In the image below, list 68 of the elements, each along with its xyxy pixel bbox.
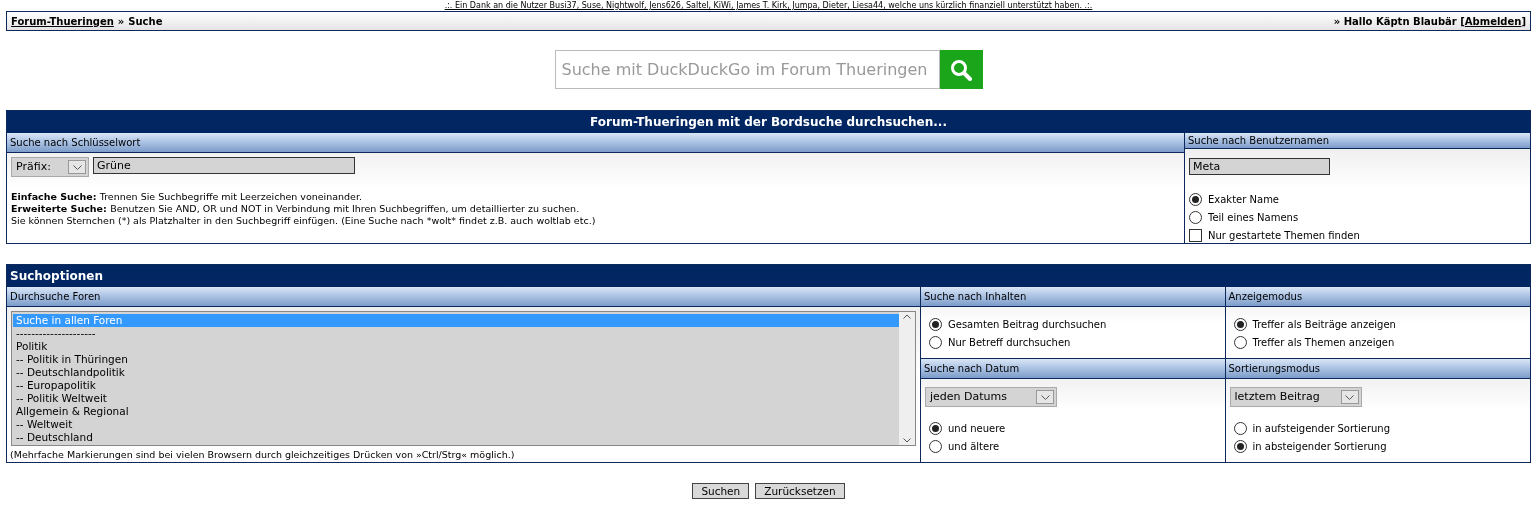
radio-button[interactable] <box>1233 421 1247 435</box>
forum-option[interactable]: -- Europapolitik <box>13 378 899 392</box>
home-link[interactable]: Forum-Thueringen <box>11 13 114 29</box>
form-button[interactable]: Suchen <box>692 483 750 499</box>
scrollbar[interactable] <box>899 311 915 445</box>
radio-label: Nur Betreff durchsuchen <box>948 335 1071 350</box>
forum-option[interactable]: --------------------- <box>13 326 899 340</box>
radio-label: und neuere <box>948 421 1006 436</box>
radio-button[interactable] <box>929 439 942 453</box>
chevron-down-icon <box>1036 390 1054 404</box>
chevron-down-icon <box>1340 390 1359 404</box>
column-header: Sortierungsmodus <box>1225 359 1530 379</box>
radio-button[interactable] <box>1189 210 1202 224</box>
panel-title: Suchoptionen <box>7 265 1530 287</box>
breadcrumb-separator: » <box>117 14 125 29</box>
checkbox-label: Nur gestartete Themen finden <box>1208 228 1360 243</box>
help-text: Einfache Suche: Trennen Sie Suchbegriffe mit Leerzeichen voneinander. <box>11 191 364 203</box>
username-field[interactable]: Meta <box>1189 158 1330 175</box>
radio-button[interactable] <box>1233 439 1247 453</box>
search-icon <box>950 58 972 81</box>
current-page: Suche <box>128 14 163 29</box>
radio-label: Treffer als Beiträge anzeigen <box>1252 317 1396 332</box>
forum-option[interactable]: -- Deutschlandpolitik <box>13 365 899 379</box>
forum-option[interactable]: -- Politik Weltweit <box>13 391 899 405</box>
dropdown[interactable]: letztem Beitrag <box>1229 387 1362 407</box>
radio-button[interactable] <box>929 317 942 331</box>
column-header: Anzeigemodus <box>1225 287 1530 307</box>
radio-label: Gesamten Beitrag durchsuchen <box>948 317 1107 332</box>
radio-label: in aufsteigender Sortierung <box>1252 421 1391 436</box>
radio-label: in absteigender Sortierung <box>1252 439 1387 454</box>
scroll-down-icon[interactable] <box>903 437 911 443</box>
logout-link[interactable]: Abmelden <box>1464 13 1522 29</box>
help-text: Sie können Sternchen (*) als Platzhalter in den Suchbegriff einfügen. (Eine Suche nach *wolt* findet z.B. auch woltlab etc.) <box>11 215 597 227</box>
search-button[interactable] <box>939 50 983 89</box>
radio-button[interactable] <box>1189 192 1202 206</box>
radio-button[interactable] <box>929 335 942 349</box>
thanks-text: .:. Ein Dank an die Nutzer Busi37, Suse, Nightwolf, Jens626, Saltel, KiWi, James T. Kirk, Jumpa, Dieter, Liesa44, welche uns kürzlich finanziell unterstützt haben. .:. <box>444 1 1093 10</box>
dropdown[interactable]: Präfix: <box>11 157 89 177</box>
checkbox[interactable] <box>1189 228 1202 242</box>
forum-option[interactable]: Allgemein & Regional <box>13 404 899 418</box>
form-button[interactable]: Zurücksetzen <box>755 483 845 499</box>
chevron-down-icon <box>68 160 86 174</box>
column-header: Suche nach Schlüsselwort <box>7 133 1184 153</box>
help-text: Erweiterte Suche: Benutzen Sie AND, OR und NOT in Verbindung mit Ihren Suchbegriffen, um detaillierter zu suchen. <box>11 203 581 215</box>
panel-title: Forum-Thueringen mit der Bordsuche durchsuchen... <box>7 111 1530 133</box>
column-header: Durchsuche Foren <box>7 287 920 307</box>
radio-button[interactable] <box>1233 317 1247 331</box>
radio-button[interactable] <box>929 421 942 435</box>
radio-label: und ältere <box>948 439 1000 454</box>
forum-option[interactable]: -- Deutschland <box>13 430 899 444</box>
radio-button[interactable] <box>1233 335 1247 349</box>
keyword-field[interactable]: Grüne <box>93 157 355 174</box>
scroll-up-icon[interactable] <box>903 313 911 319</box>
forum-option[interactable]: -- Politik in Thüringen <box>13 352 899 366</box>
radio-label: Treffer als Themen anzeigen <box>1252 335 1395 350</box>
column-header: Suche nach Inhalten <box>921 287 1225 307</box>
dropdown[interactable]: jeden Datums <box>925 387 1057 407</box>
forum-option[interactable]: Politik <box>13 339 899 353</box>
radio-label: Teil eines Namens <box>1208 210 1299 225</box>
forum-list[interactable]: Suche in allen Foren --------------------- Politik -- Politik in Thüringen -- Deutschlandpolitik -- Europapolitik -- Politik Weltweit Allgemein & Regional -- Weltweit -- Deutschland <box>11 310 916 446</box>
column-header: Suche nach Benutzernamen <box>1185 133 1530 149</box>
search-field[interactable]: Suche mit DuckDuckGo im Forum Thueringen <box>554 50 940 89</box>
bracket-text: ] <box>1521 14 1526 29</box>
radio-label: Exakter Name <box>1208 192 1280 207</box>
column-header: Suche nach Datum <box>921 359 1225 379</box>
greeting-text: » Hallo Käptn Blaubär [ <box>1333 14 1465 29</box>
forum-option[interactable]: -- Weltweit <box>13 417 899 431</box>
help-text: (Mehrfache Markierungen sind bei vielen Browsern durch gleichzeitiges Drücken von »Ctrl/Strg« möglich.) <box>9 447 516 462</box>
